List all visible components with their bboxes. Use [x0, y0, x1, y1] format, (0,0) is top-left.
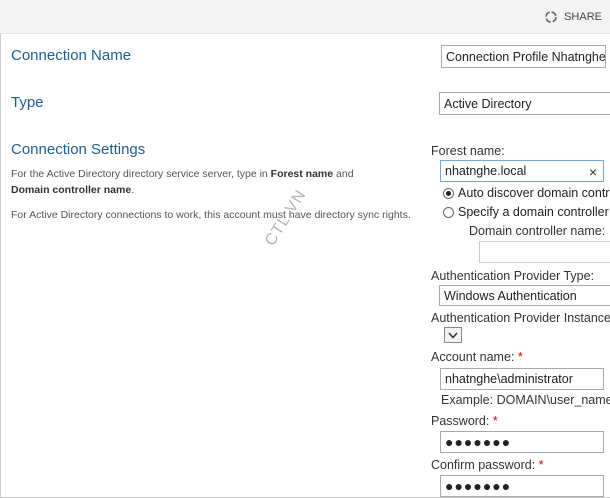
password-label: Password: * [431, 414, 498, 428]
confirm-password-value: ●●●●●●● [445, 478, 512, 494]
chevron-down-icon [448, 332, 458, 339]
connection-name-title: Connection Name [11, 47, 132, 64]
connection-settings-desc-1: For the Active Directory directory servi… [11, 168, 354, 196]
radio-auto-discover-label: Auto discover domain controller [458, 186, 610, 200]
password-value: ●●●●●●● [445, 434, 512, 450]
dc-name-input[interactable] [479, 241, 610, 263]
required-marker: * [517, 350, 523, 364]
share-icon [545, 11, 557, 23]
radio-auto-discover[interactable]: Auto discover domain controller [443, 186, 610, 200]
connection-name-value: Connection Profile Nhatnghe [446, 49, 606, 64]
dc-name-label: Domain controller name: [469, 224, 606, 238]
type-select[interactable]: Active Directory [439, 92, 610, 115]
forest-name-label: Forest name: [431, 144, 505, 158]
required-marker: * [492, 414, 498, 428]
radio-specify-dc-label: Specify a domain controller [458, 205, 609, 219]
close-icon[interactable]: × [589, 164, 597, 180]
connection-settings-desc-2: For Active Directory connections to work… [11, 209, 411, 221]
radio-auto-discover-dot[interactable] [443, 187, 454, 199]
auth-type-select[interactable]: Windows Authentication [439, 285, 610, 306]
confirm-password-input[interactable]: ●●●●●●● [440, 475, 604, 497]
password-input[interactable]: ●●●●●●● [440, 431, 604, 453]
radio-specify-dc[interactable]: Specify a domain controller [443, 205, 609, 219]
connection-settings-title: Connection Settings [11, 141, 146, 158]
type-value: Active Directory [444, 96, 532, 111]
required-marker: * [538, 458, 544, 472]
auth-instance-dropdown[interactable] [444, 327, 462, 343]
forest-name-value: nhatnghe.local [445, 164, 527, 178]
radio-specify-dc-dot[interactable] [443, 206, 454, 218]
left-border [0, 33, 1, 498]
top-bar: SHARE [0, 0, 610, 34]
forest-name-input[interactable]: nhatnghe.local × [440, 160, 604, 182]
account-name-input[interactable]: nhatnghe\administrator [440, 368, 604, 390]
account-example: Example: DOMAIN\user_name [441, 393, 610, 407]
auth-type-value: Windows Authentication [444, 288, 577, 303]
share-button[interactable]: SHARE [544, 10, 602, 24]
account-name-label: Account name: * [431, 350, 523, 364]
type-title: Type [11, 94, 44, 111]
account-name-value: nhatnghe\administrator [445, 372, 573, 386]
confirm-password-label: Confirm password: * [431, 458, 544, 472]
auth-type-label: Authentication Provider Type: [431, 269, 595, 283]
connection-name-input[interactable]: Connection Profile Nhatnghe [441, 45, 606, 68]
share-label: SHARE [564, 11, 602, 23]
auth-instance-label: Authentication Provider Instance [431, 311, 610, 325]
